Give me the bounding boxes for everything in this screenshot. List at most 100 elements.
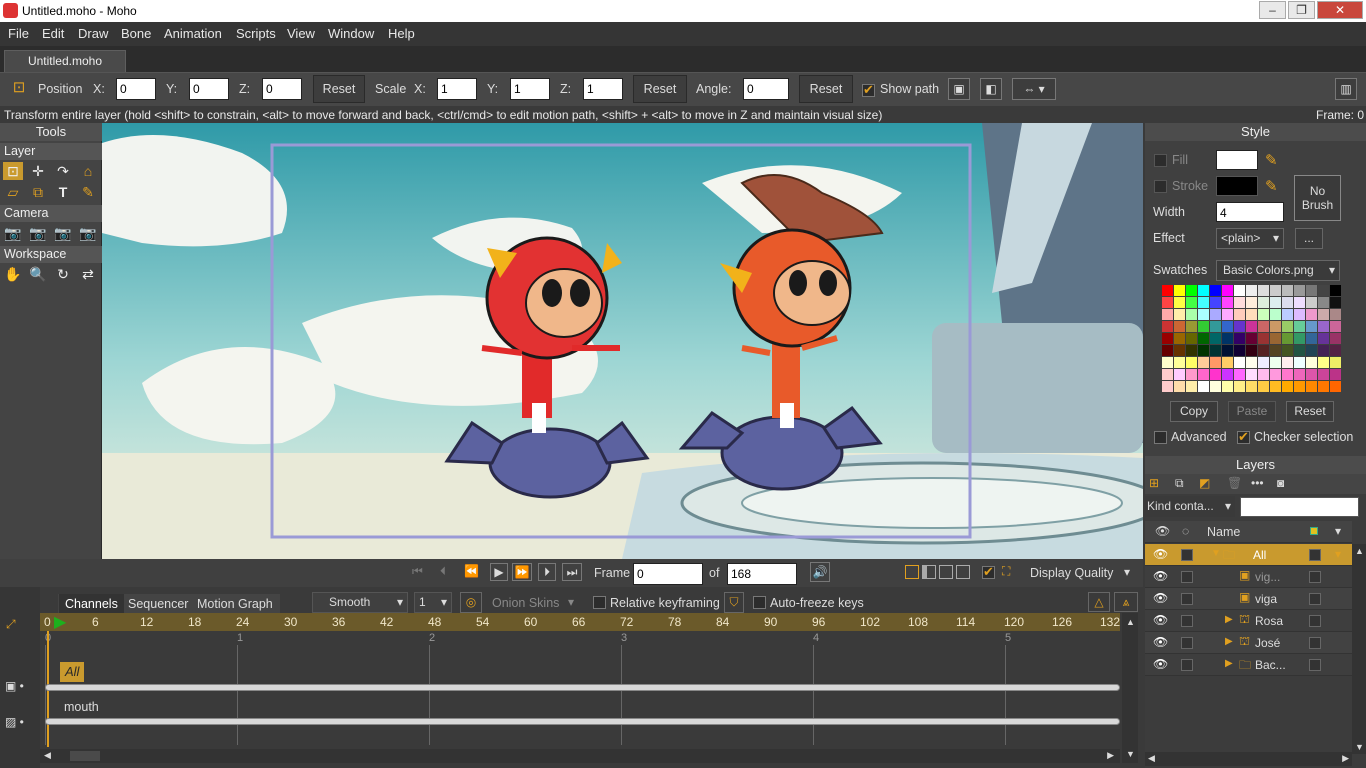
palette-swatch[interactable]: [1318, 297, 1329, 308]
chevron-down-icon[interactable]: ▾: [1124, 565, 1130, 579]
palette-swatch[interactable]: [1246, 297, 1257, 308]
palette-swatch[interactable]: [1198, 285, 1209, 296]
palette-swatch[interactable]: [1330, 285, 1341, 296]
audio-icon[interactable]: 🔊: [810, 562, 830, 582]
chevron-down-icon[interactable]: ▾: [1335, 524, 1341, 538]
mouth-channel-label[interactable]: mouth: [64, 700, 99, 714]
layer-lock-toggle[interactable]: [1181, 571, 1193, 583]
layer-lock-toggle[interactable]: [1181, 549, 1193, 561]
visibility-eye-icon[interactable]: 👁: [1153, 613, 1168, 627]
palette-swatch[interactable]: [1198, 345, 1209, 356]
palette-swatch[interactable]: [1306, 381, 1317, 392]
palette-swatch[interactable]: [1330, 309, 1341, 320]
visibility-eye-icon[interactable]: 👁: [1153, 547, 1168, 561]
palette-swatch[interactable]: [1222, 309, 1233, 320]
layer-row[interactable]: 👁 ▶ ⛫ Rosa: [1145, 610, 1352, 632]
palette-swatch[interactable]: [1258, 345, 1269, 356]
palette-swatch[interactable]: [1186, 309, 1197, 320]
step-forward-keyframe-icon[interactable]: ⏵: [538, 563, 556, 581]
palette-swatch[interactable]: [1234, 381, 1245, 392]
palette-swatch[interactable]: [1258, 357, 1269, 368]
palette-swatch[interactable]: [1198, 333, 1209, 344]
palette-swatch[interactable]: [1210, 333, 1221, 344]
scroll-left-icon[interactable]: ◀: [1148, 753, 1155, 764]
palette-swatch[interactable]: [1318, 309, 1329, 320]
palette-swatch[interactable]: [1222, 321, 1233, 332]
layer-color-toggle[interactable]: [1309, 549, 1321, 561]
scroll-up-icon[interactable]: ▲: [1355, 546, 1364, 556]
palette-swatch[interactable]: [1174, 333, 1185, 344]
duplicate-layer-icon[interactable]: ⧉: [1175, 476, 1184, 491]
palette-swatch[interactable]: [1198, 369, 1209, 380]
tab-sequencer[interactable]: Sequencer: [122, 594, 194, 614]
hand-tool-icon[interactable]: ✋: [3, 265, 23, 283]
palette-swatch[interactable]: [1186, 297, 1197, 308]
palette-swatch[interactable]: [1222, 381, 1233, 392]
visibility-eye-icon[interactable]: 👁: [1153, 591, 1168, 605]
palette-swatch[interactable]: [1318, 381, 1329, 392]
camera-roll-icon[interactable]: 📷: [53, 224, 73, 242]
palette-swatch[interactable]: [1270, 309, 1281, 320]
no-brush-button[interactable]: No Brush: [1294, 175, 1341, 221]
copy-button[interactable]: Copy: [1170, 401, 1218, 422]
effect-dropdown[interactable]: <plain> ▾: [1216, 228, 1284, 249]
palette-swatch[interactable]: [1246, 357, 1257, 368]
palette-swatch[interactable]: [1270, 381, 1281, 392]
palette-swatch[interactable]: [1162, 357, 1173, 368]
new-layer-icon[interactable]: ⊞: [1149, 476, 1159, 490]
set-origin-tool-icon[interactable]: ⧉: [28, 183, 48, 201]
total-frames-field[interactable]: 168: [727, 563, 797, 585]
current-frame-field[interactable]: 0: [633, 563, 703, 585]
kind-filter-dropdown[interactable]: Kind conta... ▾: [1145, 496, 1235, 517]
palette-swatch[interactable]: [1270, 369, 1281, 380]
layer-row[interactable]: 👁 ▣ viga: [1145, 588, 1352, 610]
palette-swatch[interactable]: [1222, 357, 1233, 368]
palette-swatch[interactable]: [1222, 345, 1233, 356]
width-field[interactable]: 4: [1216, 202, 1284, 222]
palette-swatch[interactable]: [1222, 333, 1233, 344]
palette-swatch[interactable]: [1222, 297, 1233, 308]
palette-swatch[interactable]: [1162, 381, 1173, 392]
palette-swatch[interactable]: [1318, 285, 1329, 296]
palette-swatch[interactable]: [1282, 369, 1293, 380]
frame-toggle-checkbox[interactable]: [982, 564, 995, 580]
interpolation-dropdown[interactable]: Smooth ▾: [312, 592, 408, 613]
layer-color-toggle[interactable]: [1309, 615, 1321, 627]
palette-swatch[interactable]: [1330, 357, 1341, 368]
palette-swatch[interactable]: [1198, 381, 1209, 392]
angle-field[interactable]: 0: [743, 78, 789, 100]
group-layer-icon[interactable]: ◙: [1277, 476, 1284, 490]
step-forward-icon[interactable]: ⏩: [512, 563, 532, 581]
palette-swatch[interactable]: [1234, 285, 1245, 296]
menu-view[interactable]: View: [287, 26, 315, 41]
palette-swatch[interactable]: [1330, 345, 1341, 356]
palette-swatch[interactable]: [1234, 333, 1245, 344]
palette-swatch[interactable]: [1306, 345, 1317, 356]
more-options-icon[interactable]: •••: [1251, 476, 1264, 490]
palette-swatch[interactable]: [1270, 297, 1281, 308]
reset-position-button[interactable]: Reset: [313, 75, 365, 103]
palette-swatch[interactable]: [1306, 357, 1317, 368]
frame-ruler[interactable]: 0 6 12 18 24 30 36 42 48 54 60 66 72 78 84 90 96 102 108 11…: [40, 613, 1120, 631]
menu-scripts[interactable]: Scripts: [236, 26, 276, 41]
palette-swatch[interactable]: [1282, 357, 1293, 368]
align-dropdown-icon[interactable]: ⇔ ▾: [1012, 78, 1056, 100]
palette-swatch[interactable]: [1270, 285, 1281, 296]
layer-color-toggle[interactable]: [1309, 637, 1321, 649]
palette-swatch[interactable]: [1306, 297, 1317, 308]
page-icon[interactable]: ◧: [980, 78, 1002, 100]
interpolation-count-dropdown[interactable]: 1 ▾: [414, 592, 452, 613]
scroll-right-icon[interactable]: ▶: [1107, 750, 1114, 761]
rotate-layer-tool-icon[interactable]: ↷: [53, 162, 73, 180]
reset-angle-button[interactable]: Reset: [799, 75, 853, 103]
close-button[interactable]: ✕: [1317, 1, 1363, 19]
palette-swatch[interactable]: [1234, 369, 1245, 380]
palette-swatch[interactable]: [1282, 321, 1293, 332]
layers-scrollbar[interactable]: ▲ ▼: [1352, 544, 1366, 754]
scroll-down-icon[interactable]: ▼: [1355, 742, 1364, 752]
layer-search-input[interactable]: [1240, 497, 1359, 517]
palette-swatch[interactable]: [1162, 345, 1173, 356]
palette-swatch[interactable]: [1186, 369, 1197, 380]
position-y-field[interactable]: 0: [189, 78, 229, 100]
stroke-checkbox[interactable]: [1154, 180, 1167, 193]
